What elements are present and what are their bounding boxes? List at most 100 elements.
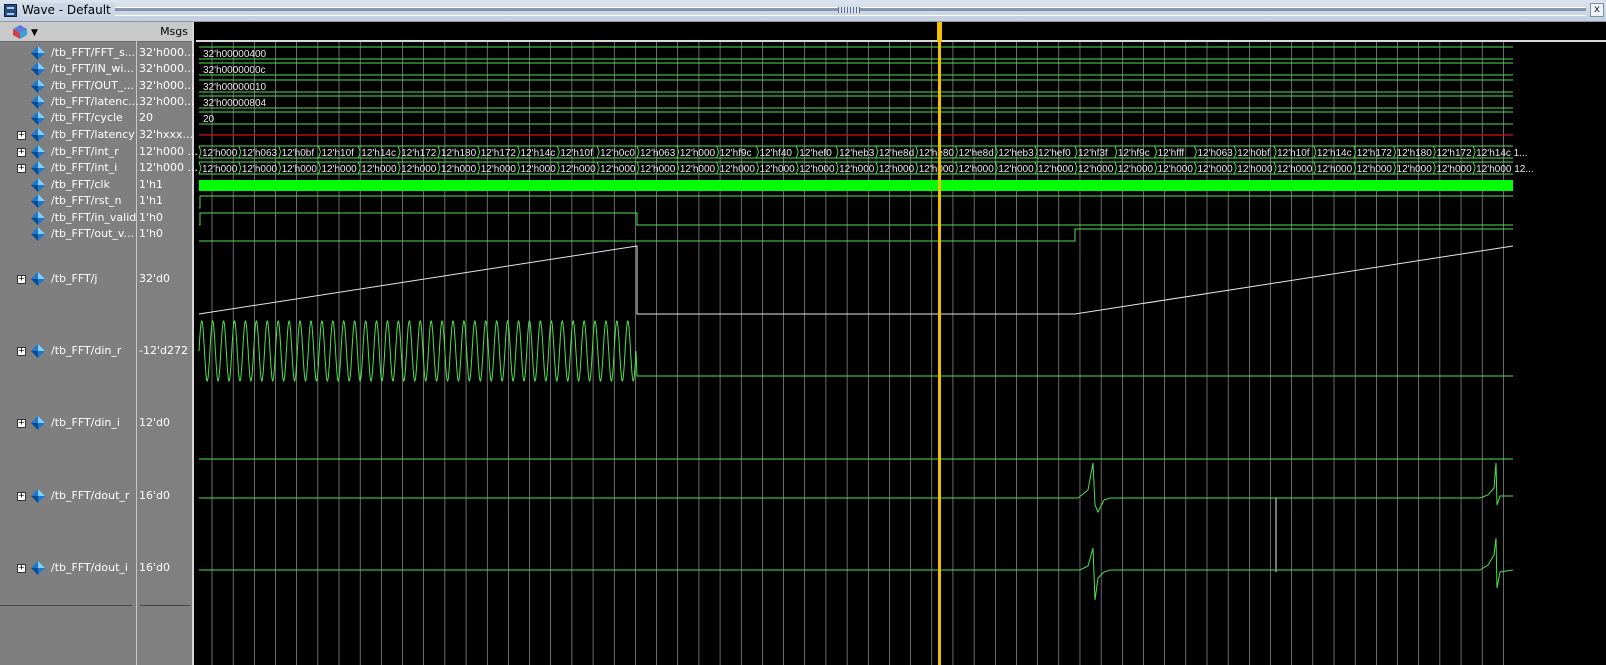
bus-transition xyxy=(1273,161,1277,169)
signal-value: -12'd272 xyxy=(139,344,188,357)
signal-row[interactable]: + /tb_FFT/din_i 12'd0 xyxy=(0,416,194,430)
bus-segment-label: 12'h000 xyxy=(1158,164,1194,175)
bus-transition xyxy=(1472,151,1476,159)
bus-segment-label: 12'h000 xyxy=(919,164,955,175)
in-valid-wave xyxy=(199,212,1513,226)
signal-row[interactable]: /tb_FFT/out_v... 1'h0 xyxy=(0,227,194,241)
signal-row[interactable]: + /tb_FFT/j 32'd0 xyxy=(0,272,194,286)
signal-row[interactable]: + /tb_FFT/din_r -12'd272 xyxy=(0,344,194,358)
bus-value-label: 20 xyxy=(203,114,215,125)
bus-transition xyxy=(875,151,879,159)
bus-transition xyxy=(1034,145,1038,153)
bus-transition xyxy=(915,167,919,175)
signal-value: 32'h000... xyxy=(139,95,195,108)
bus-segment-label: 12'h0bf xyxy=(1237,148,1270,159)
bus-transition xyxy=(317,151,321,159)
bus-transition xyxy=(955,151,959,159)
bus-segment-label: 12'h000 xyxy=(839,164,875,175)
bus-transition xyxy=(238,167,242,175)
bus-segment-label: 12'heb3 xyxy=(998,148,1034,159)
signal-name: /tb_FFT/dout_r xyxy=(51,489,130,502)
bus-segment-label: 12'h000 xyxy=(720,164,756,175)
chevron-down-icon[interactable]: ▼ xyxy=(31,28,38,38)
signal-diamond-icon xyxy=(31,489,45,503)
signal-diamond-icon xyxy=(31,194,45,208)
expand-icon[interactable]: + xyxy=(17,419,26,428)
bus-segment-label: 12'h000 xyxy=(799,164,835,175)
expand-icon[interactable]: + xyxy=(17,492,26,501)
bus-transition xyxy=(517,145,521,153)
clk-wave xyxy=(199,180,1513,191)
bus-segment-label: 12'h000 xyxy=(401,164,437,175)
bus-transition xyxy=(1193,151,1197,159)
bus-transition xyxy=(1154,151,1158,159)
bus-segment-label: 12'h000 xyxy=(1118,164,1154,175)
expand-icon[interactable]: + xyxy=(17,131,26,140)
bus-segment-label: 12'heb3 xyxy=(839,148,875,159)
bus-segment-label: 12'h0c0 xyxy=(600,148,635,159)
bus-transition xyxy=(596,161,600,169)
signal-diamond-icon xyxy=(31,111,45,125)
cursor-line[interactable] xyxy=(938,22,941,665)
bus-transition xyxy=(477,145,481,153)
signal-row[interactable]: /tb_FFT/cycle 20 xyxy=(0,111,194,125)
bus-transition xyxy=(437,151,441,159)
bus-transition xyxy=(1074,151,1078,159)
signal-value: 1'h1 xyxy=(139,178,163,191)
signal-row[interactable]: /tb_FFT/clk 1'h1 xyxy=(0,178,194,192)
bus-transition xyxy=(198,145,202,153)
signal-row[interactable]: + /tb_FFT/latency 32'hxxx... xyxy=(0,128,194,142)
expand-icon[interactable]: + xyxy=(17,164,26,173)
signal-name: /tb_FFT/IN_wi... xyxy=(51,62,134,75)
names-column-header: ▼ xyxy=(0,22,136,42)
signal-name: /tb_FFT/din_i xyxy=(51,416,120,429)
undock-button[interactable]: x xyxy=(1590,3,1604,17)
signal-row[interactable]: + /tb_FFT/dout_r 16'd0 xyxy=(0,489,194,503)
signal-row[interactable]: + /tb_FFT/int_i 12'h000 ... xyxy=(0,161,198,175)
expand-icon[interactable]: + xyxy=(17,148,26,157)
bus-transition xyxy=(437,145,441,153)
bus-transition xyxy=(994,167,998,175)
bus-segment-label: 12'h000 xyxy=(680,148,716,159)
signal-diamond-icon xyxy=(31,79,45,93)
bus-segment-label: 12'h10f xyxy=(1277,148,1310,159)
signal-row[interactable]: /tb_FFT/latenc... 32'h000... xyxy=(0,95,194,109)
bus-transition xyxy=(1273,167,1277,175)
signal-row[interactable]: /tb_FFT/IN_wi... 32'h000... xyxy=(0,62,194,76)
bus-segment-label: 12'h180 xyxy=(441,148,477,159)
signal-diamond-icon xyxy=(31,46,45,60)
expand-icon[interactable]: + xyxy=(17,275,26,284)
signal-name: /tb_FFT/int_i xyxy=(51,161,118,174)
din-r-wave xyxy=(198,320,1513,382)
drag-handle[interactable] xyxy=(838,7,860,13)
signal-row[interactable]: /tb_FFT/rst_n 1'h1 xyxy=(0,194,194,208)
signal-value: 1'h1 xyxy=(139,194,163,207)
bus-transition xyxy=(278,145,282,153)
bus-transition xyxy=(1034,151,1038,159)
signal-row[interactable]: /tb_FFT/FFT_s... 32'h000... xyxy=(0,46,194,60)
bus-transition xyxy=(397,151,401,159)
signal-row[interactable]: /tb_FFT/OUT_... 32'h000... xyxy=(0,79,194,93)
signal-row[interactable]: /tb_FFT/in_valid 1'h0 xyxy=(0,211,194,225)
bus-segment-label: 12'h000 xyxy=(1357,164,1393,175)
bus-transition xyxy=(1034,167,1038,175)
signal-name: /tb_FFT/rst_n xyxy=(51,194,122,207)
expand-icon[interactable]: + xyxy=(17,347,26,356)
bus-transition xyxy=(556,161,560,169)
bus-transition xyxy=(1393,161,1397,169)
window-titlebar[interactable]: Wave - Default x xyxy=(0,0,1606,22)
expand-icon[interactable]: + xyxy=(17,564,26,573)
signal-name: /tb_FFT/int_r xyxy=(51,145,119,158)
bus-transition xyxy=(517,151,521,159)
signal-row[interactable]: + /tb_FFT/int_r 12'h000 ... xyxy=(0,145,198,159)
bus-transition xyxy=(1114,161,1118,169)
bus-transition xyxy=(835,161,839,169)
waveform-area[interactable]: 32'h00000400 32'h0000000c 32'h00000010 32'h… xyxy=(196,42,1606,665)
signal-row[interactable]: + /tb_FFT/dout_i 16'd0 xyxy=(0,561,194,575)
bus-transition xyxy=(1393,145,1397,153)
waveform-canvas[interactable]: 32'h00000400 32'h0000000c 32'h00000010 32'h… xyxy=(196,42,1606,665)
window-title: Wave - Default xyxy=(22,3,115,17)
bus-segment-label: 12'h063 xyxy=(1197,148,1233,159)
bus-transition xyxy=(1233,161,1237,169)
wave-toolbox-icon[interactable] xyxy=(12,24,28,40)
